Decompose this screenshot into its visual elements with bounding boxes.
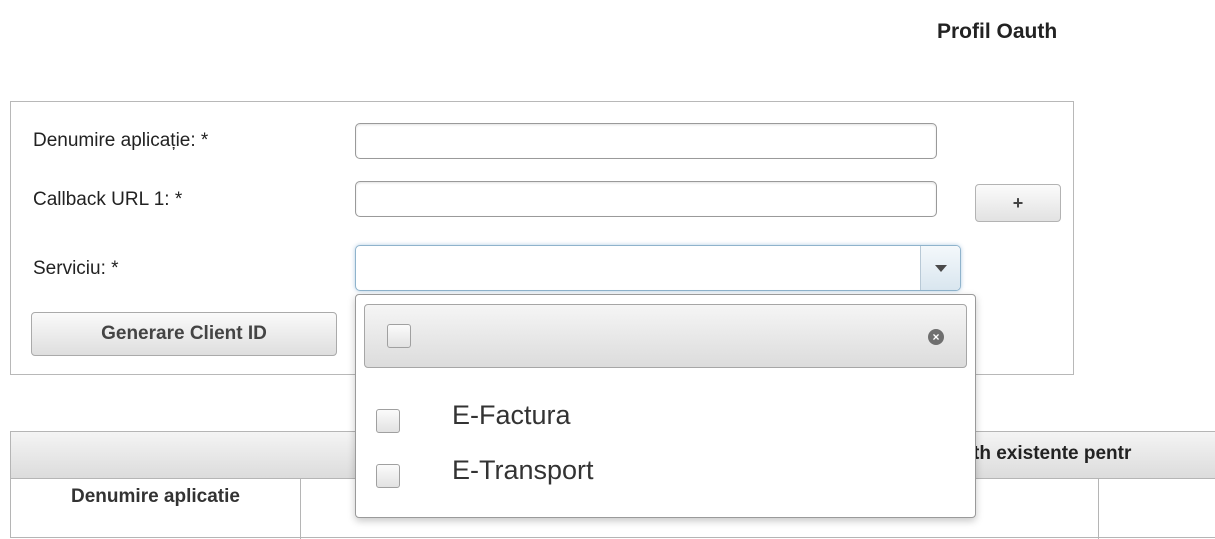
option-checkbox[interactable] (376, 409, 400, 433)
column-header-label: Denumire aplicatie (71, 486, 240, 507)
option-checkbox[interactable] (376, 464, 400, 488)
option-label-e-transport[interactable]: E-Transport (452, 455, 594, 486)
callback-url-input[interactable] (355, 181, 937, 217)
option-label-e-factura[interactable]: E-Factura (452, 400, 571, 431)
page-title: Profil Oauth (937, 20, 1058, 43)
app-name-label: Denumire aplicație: * (33, 130, 209, 151)
column-header-app-name[interactable]: Denumire aplicatie (11, 479, 301, 539)
select-dropdown-arrow[interactable] (920, 246, 960, 290)
app-name-input[interactable] (355, 123, 937, 159)
table-title: th existente pentr (973, 443, 1132, 464)
select-all-checkbox[interactable] (387, 324, 411, 348)
service-dropdown-menu: × E-Factura E-Transport (355, 294, 976, 518)
column-header-label (1099, 479, 1215, 485)
add-callback-url-button[interactable]: + (975, 184, 1061, 222)
service-select[interactable] (355, 245, 961, 291)
chevron-down-icon (934, 264, 947, 272)
service-label: Serviciu: * (33, 258, 119, 279)
dropdown-filter-bar: × (364, 304, 967, 368)
generate-client-id-button[interactable]: Generare Client ID (31, 312, 337, 356)
column-header-extra[interactable] (1099, 479, 1215, 539)
callback-url-label: Callback URL 1: * (33, 189, 183, 210)
close-icon[interactable]: × (928, 329, 944, 345)
